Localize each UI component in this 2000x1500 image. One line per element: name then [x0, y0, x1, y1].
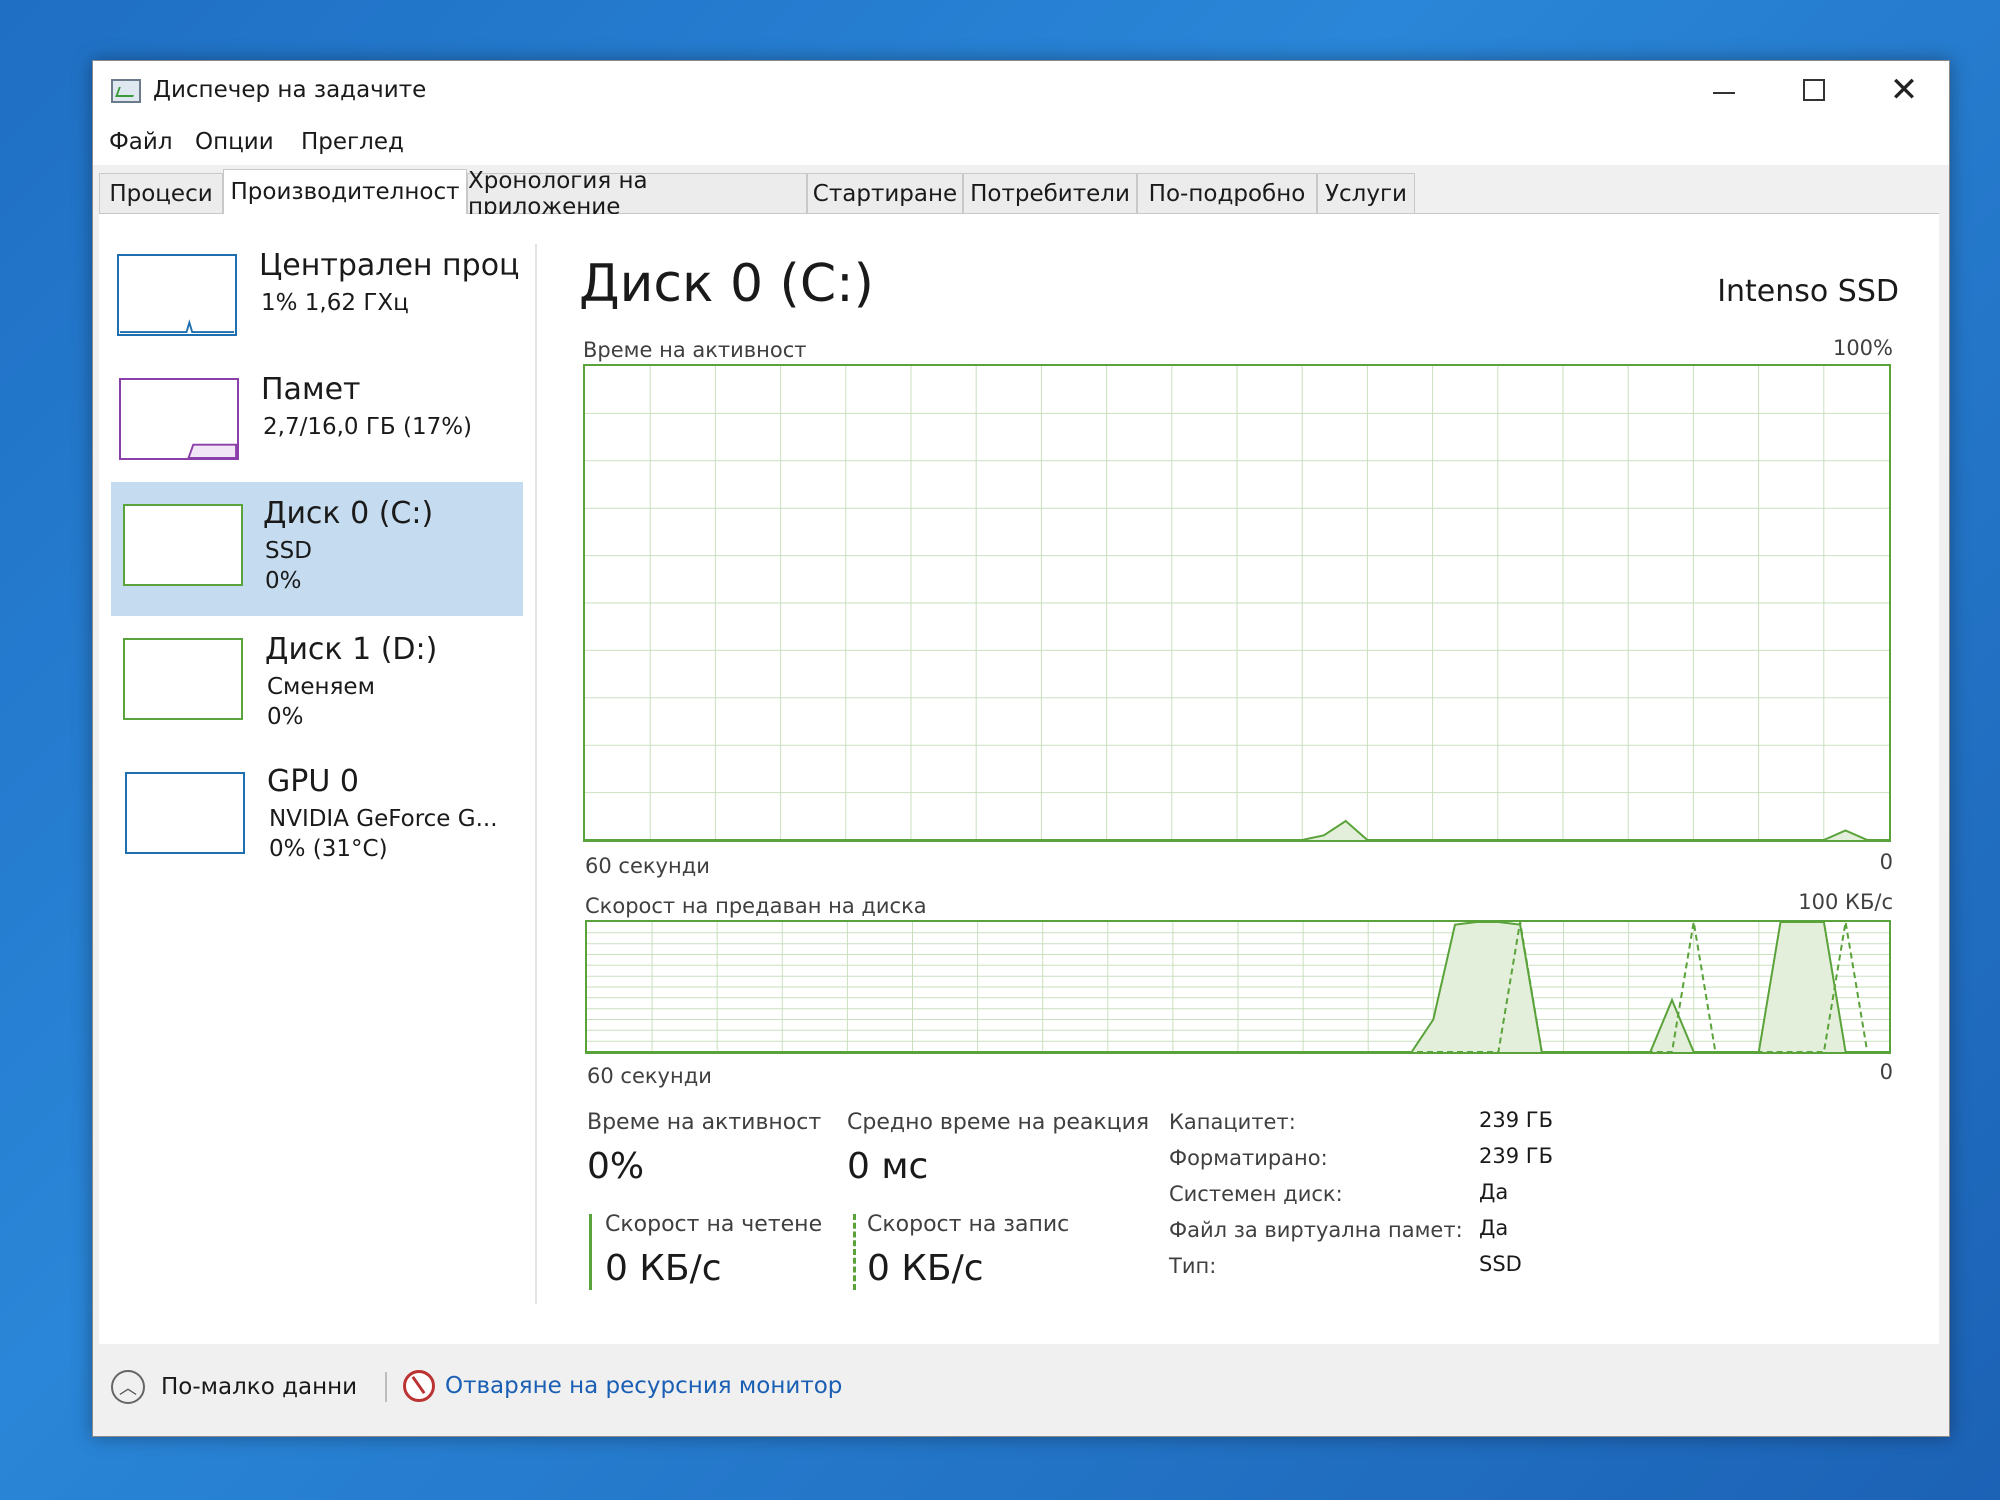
disk-1-thumbnail: [123, 638, 243, 720]
fewer-details-button[interactable]: По-малко данни: [161, 1374, 357, 1400]
sidebar-item-memory[interactable]: Памет 2,7/16,0 ГБ (17%): [99, 358, 519, 488]
close-icon: ✕: [1889, 70, 1919, 110]
sidebar-item-title: Памет: [261, 372, 361, 407]
read-speed-value: 0 КБ/с: [605, 1248, 722, 1289]
close-button[interactable]: ✕: [1859, 61, 1949, 119]
activity-chart-label: Време на активност: [583, 338, 807, 362]
sidebar-item-detail: 1% 1,62 ГХц: [261, 290, 409, 316]
activity-chart-max: 100%: [1832, 336, 1893, 360]
resource-monitor-icon: [403, 1370, 435, 1402]
tab-startup[interactable]: Стартиране: [807, 173, 963, 213]
footer-separator: [385, 1372, 387, 1402]
sidebar-item-detail: Сменяем: [267, 674, 375, 700]
write-speed-value: 0 КБ/с: [867, 1248, 984, 1289]
sidebar-item-usage: 0%: [267, 704, 304, 730]
task-manager-icon: [111, 79, 141, 103]
prop-formatted-value: 239 ГБ: [1479, 1144, 1553, 1168]
chevron-up-icon[interactable]: ︿: [111, 1370, 145, 1404]
prop-formatted-label: Форматирано:: [1169, 1146, 1328, 1170]
tab-users[interactable]: Потребители: [963, 173, 1137, 213]
sidebar-item-detail: NVIDIA GeForce G...: [269, 806, 498, 832]
sidebar-item-cpu[interactable]: Централен процесор 1% 1,62 ГХц: [99, 234, 519, 364]
maximize-button[interactable]: [1769, 61, 1859, 119]
activity-chart: [583, 364, 1891, 842]
window-title: Диспечер на задачите: [153, 77, 427, 103]
prop-capacity-value: 239 ГБ: [1479, 1108, 1553, 1132]
sidebar-item-title: Диск 1 (D:): [265, 632, 438, 667]
disk-model: Intenso SSD: [1717, 274, 1899, 309]
active-time-label: Време на активност: [587, 1110, 822, 1135]
page-title: Диск 0 (C:): [579, 254, 874, 314]
title-bar[interactable]: Диспечер на задачите ✕: [93, 61, 1949, 119]
transfer-chart-x-left: 60 секунди: [587, 1064, 712, 1088]
activity-chart-x-right: 0: [1879, 850, 1893, 874]
activity-chart-x-left: 60 секунди: [585, 854, 710, 878]
menu-view[interactable]: Преглед: [301, 129, 404, 155]
activity-chart-svg: [585, 366, 1889, 841]
read-speed-legend: [589, 1214, 592, 1290]
read-speed-label: Скорост на четене: [605, 1212, 823, 1237]
open-resource-monitor-link[interactable]: Отваряне на ресурсния монитор: [445, 1373, 842, 1399]
minimize-icon: [1713, 92, 1735, 94]
prop-type-label: Тип:: [1169, 1254, 1217, 1278]
transfer-chart-max: 100 КБ/с: [1798, 890, 1893, 914]
response-time-label: Средно време на реакция: [847, 1110, 1150, 1135]
prop-type-value: SSD: [1479, 1252, 1522, 1276]
sidebar-item-title: GPU 0: [267, 764, 359, 799]
menu-file[interactable]: Файл: [109, 129, 173, 155]
task-manager-window: Диспечер на задачите ✕ Файл Опции Прегле…: [92, 60, 1950, 1437]
gpu-thumbnail: [125, 772, 245, 854]
write-speed-label: Скорост на запис: [867, 1212, 1070, 1237]
tab-processes[interactable]: Процеси: [99, 173, 223, 213]
sidebar-item-title: Диск 0 (C:): [263, 496, 434, 531]
transfer-chart-svg: [587, 921, 1889, 1053]
tab-app-history[interactable]: Хронология на приложение: [467, 168, 807, 220]
sidebar-item-gpu-0[interactable]: GPU 0 NVIDIA GeForce G... 0% (31°C): [99, 752, 519, 882]
sidebar-item-usage: 0% (31°C): [269, 836, 388, 862]
write-speed-legend: [853, 1214, 856, 1290]
menu-options[interactable]: Опции: [195, 129, 274, 155]
active-time-value: 0%: [587, 1146, 645, 1187]
prop-capacity-label: Капацитет:: [1169, 1110, 1296, 1134]
footer-bar: ︿ По-малко данни Отваряне на ресурсния м…: [93, 1344, 1949, 1436]
memory-thumbnail: [119, 378, 239, 460]
prop-page-file-value: Да: [1479, 1216, 1509, 1240]
cpu-thumbnail: [117, 254, 237, 336]
minimize-button[interactable]: [1679, 61, 1769, 119]
tab-performance[interactable]: Производителност: [223, 169, 467, 214]
sidebar-item-title: Централен процесор: [259, 248, 519, 283]
maximize-icon: [1803, 79, 1825, 101]
sidebar-item-detail: 2,7/16,0 ГБ (17%): [263, 414, 473, 440]
sidebar-divider: [535, 244, 537, 1304]
sidebar-item-disk-0[interactable]: Диск 0 (C:) SSD 0%: [111, 482, 523, 616]
response-time-value: 0 мс: [847, 1146, 929, 1187]
tab-services[interactable]: Услуги: [1317, 173, 1415, 213]
disk-0-thumbnail: [123, 504, 243, 586]
tab-details[interactable]: По-подробно: [1137, 173, 1317, 213]
transfer-chart-x-right: 0: [1879, 1060, 1893, 1084]
prop-system-disk-value: Да: [1479, 1180, 1509, 1204]
sidebar-item-detail: SSD: [265, 538, 312, 564]
sidebar-item-usage: 0%: [265, 568, 302, 594]
prop-page-file-label: Файл за виртуална памет:: [1169, 1218, 1463, 1242]
sidebar-item-disk-1[interactable]: Диск 1 (D:) Сменяем 0%: [99, 618, 519, 748]
performance-content: Централен процесор 1% 1,62 ГХц Памет 2,7…: [99, 214, 1939, 1344]
transfer-chart: [585, 920, 1891, 1054]
menu-bar: Файл Опции Преглед: [93, 119, 1949, 165]
tab-bar: Процеси Производителност Хронология на п…: [99, 168, 1939, 220]
prop-system-disk-label: Системен диск:: [1169, 1182, 1343, 1206]
transfer-chart-label: Скорост на предаван на диска: [585, 894, 927, 918]
